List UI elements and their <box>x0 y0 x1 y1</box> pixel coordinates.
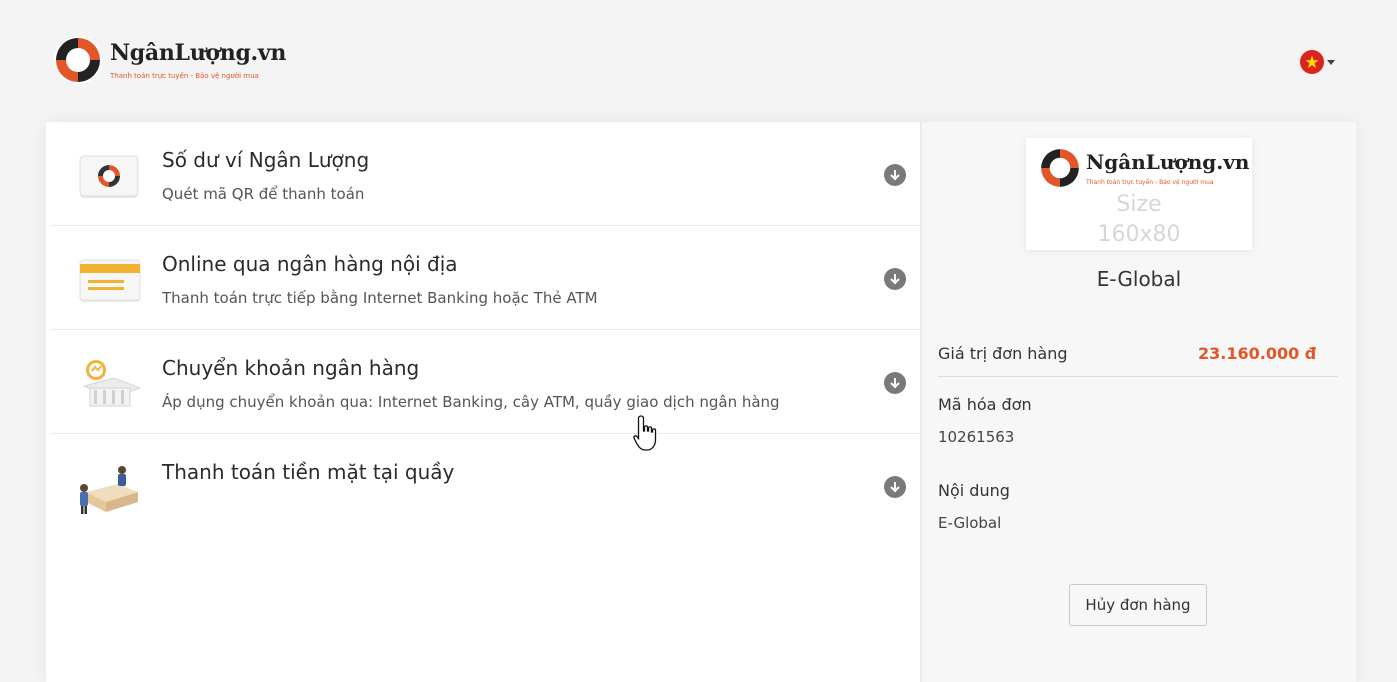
payment-method-wallet[interactable]: Số dư ví Ngân Lượng Quét mã QR để thanh … <box>50 122 920 226</box>
logo-name: NgânLượng.vn <box>110 40 287 66</box>
divider <box>938 376 1338 377</box>
method-description: Áp dụng chuyển khoản qua: Internet Banki… <box>162 393 780 411</box>
expand-arrow-down-icon[interactable] <box>884 476 906 498</box>
method-title: Online qua ngân hàng nội địa <box>162 252 458 276</box>
method-title: Thanh toán tiền mặt tại quầy <box>162 460 455 484</box>
chevron-down-icon <box>1327 59 1335 65</box>
expand-arrow-down-icon[interactable] <box>884 164 906 186</box>
method-title: Số dư ví Ngân Lượng <box>162 148 370 172</box>
expand-arrow-down-icon[interactable] <box>884 268 906 290</box>
expand-arrow-down-icon[interactable] <box>884 372 906 394</box>
order-value-label: Giá trị đơn hàng <box>938 344 1068 363</box>
counter-icon <box>80 466 138 514</box>
payment-method-domestic-bank[interactable]: Online qua ngân hàng nội địa Thanh toán … <box>50 226 920 330</box>
method-description: Thanh toán trực tiếp bằng Internet Banki… <box>162 289 598 307</box>
ngan-luong-logo-icon <box>1041 149 1079 187</box>
checkout-card: Số dư ví Ngân Lượng Quét mã QR để thanh … <box>46 122 1356 682</box>
invoice-label: Mã hóa đơn <box>938 395 1032 414</box>
content-label: Nội dung <box>938 481 1010 500</box>
content-value: E-Global <box>938 514 1002 532</box>
vietnam-flag-icon <box>1300 50 1324 74</box>
wallet-icon <box>79 155 139 198</box>
logo-tagline: Thanh toán trực tuyến - Bảo vệ người mua <box>110 72 259 80</box>
merchant-logo-name: NgânLượng.vn <box>1086 150 1250 174</box>
hand-cursor-icon <box>633 415 657 451</box>
logo-size-placeholder: Size <box>1116 192 1162 217</box>
payment-method-bank-transfer[interactable]: Chuyển khoản ngân hàng Áp dụng chuyển kh… <box>50 330 920 434</box>
bank-icon <box>82 360 142 407</box>
ngan-luong-logo-icon <box>54 36 102 84</box>
card-icon <box>79 259 141 302</box>
payment-method-cash-counter[interactable]: Thanh toán tiền mặt tại quầy <box>50 434 920 538</box>
payment-method-list: Số dư ví Ngân Lượng Quét mã QR để thanh … <box>46 122 920 682</box>
merchant-logo-tagline: Thanh toán trực tuyến - Bảo vệ người mua <box>1086 179 1214 186</box>
cancel-order-button[interactable]: Hủy đơn hàng <box>1069 584 1207 626</box>
language-selector[interactable] <box>1300 50 1335 74</box>
logo-size-placeholder: 160x80 <box>1097 222 1181 247</box>
top-bar: NgânLượng.vn Thanh toán trực tuyến - Bảo… <box>0 0 1397 120</box>
method-description: Quét mã QR để thanh toán <box>162 185 365 203</box>
ngan-luong-logo[interactable]: NgânLượng.vn Thanh toán trực tuyến - Bảo… <box>50 32 286 88</box>
method-title: Chuyển khoản ngân hàng <box>162 356 420 380</box>
merchant-name: E-Global <box>1096 267 1182 291</box>
order-summary: NgânLượng.vn Thanh toán trực tuyến - Bảo… <box>922 122 1356 682</box>
invoice-value: 10261563 <box>938 428 1015 446</box>
order-value: 23.160.000 đ <box>1198 344 1317 363</box>
merchant-logo: NgânLượng.vn Thanh toán trực tuyến - Bảo… <box>1026 138 1252 250</box>
